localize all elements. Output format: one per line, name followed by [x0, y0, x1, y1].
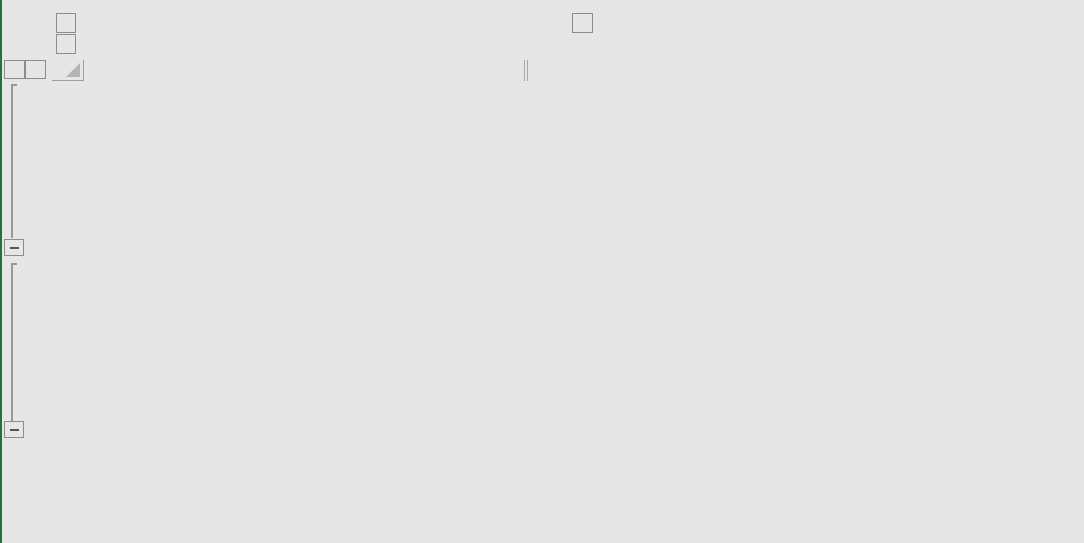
row-outline-level-2-button[interactable]: [25, 60, 46, 79]
column-outline-level-1-button[interactable]: [56, 13, 76, 33]
collapse-row-group-1-button[interactable]: [4, 239, 24, 256]
column-outline-level-2-button[interactable]: [56, 34, 76, 54]
expand-columns-button[interactable]: [572, 13, 593, 33]
row-group-2-bracket: [11, 263, 17, 421]
row-outline-level-1-button[interactable]: [4, 60, 25, 79]
row-group-1-bracket: [11, 84, 17, 238]
hidden-columns-marker[interactable]: [524, 60, 528, 81]
select-all-button[interactable]: [52, 60, 84, 81]
window-edge: [0, 0, 2, 543]
collapse-row-group-2-button[interactable]: [4, 421, 24, 438]
